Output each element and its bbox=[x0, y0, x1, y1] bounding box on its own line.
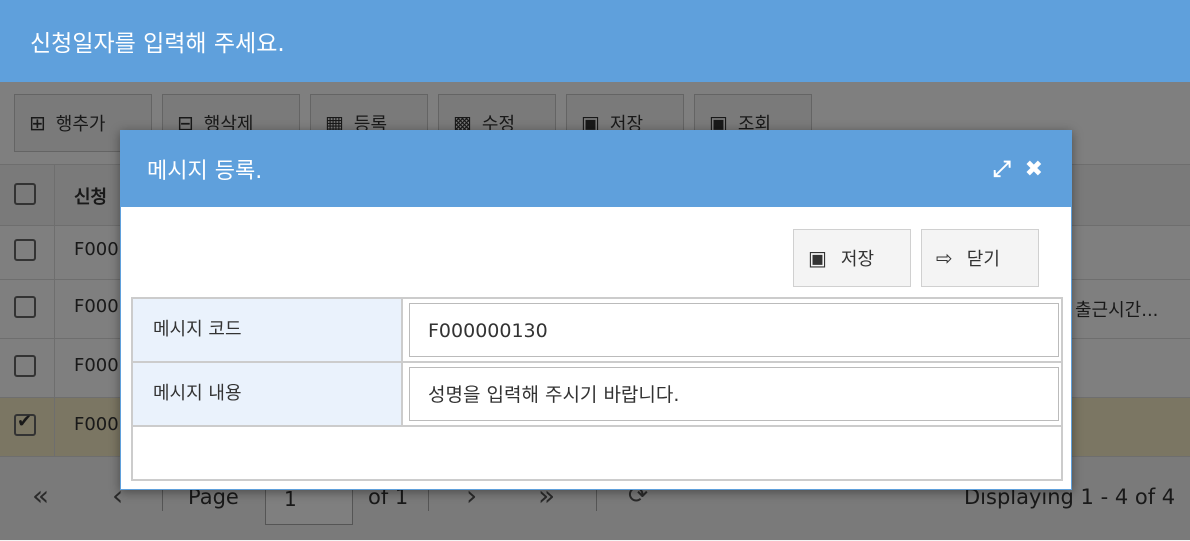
dialog-tools: ⤢ ✖ bbox=[993, 131, 1043, 207]
close-icon[interactable]: ✖ bbox=[1025, 157, 1043, 182]
dialog-title: 메시지 등록. bbox=[147, 159, 263, 184]
message-content-field[interactable]: 성명을 입력해 주시기 바랍니다. bbox=[409, 367, 1059, 421]
dialog-header: 메시지 등록. bbox=[121, 131, 1071, 207]
message-code-field[interactable]: F000000130 bbox=[409, 303, 1059, 357]
form-row-content: 메시지 내용 성명을 입력해 주시기 바랍니다. bbox=[133, 363, 1061, 427]
expand-icon[interactable]: ⤢ bbox=[993, 157, 1011, 182]
form-row-code: 메시지 코드 F000000130 bbox=[133, 299, 1061, 363]
dialog-save-button[interactable]: ▣ 저장 bbox=[793, 229, 911, 287]
window-title-bar: 신청일자를 입력해 주세요. bbox=[0, 0, 1190, 82]
message-register-dialog: 메시지 등록. ⤢ ✖ ▣ 저장 ⇨ 닫기 메시지 코드 F000000130 … bbox=[120, 130, 1072, 490]
message-form: 메시지 코드 F000000130 메시지 내용 성명을 입력해 주시기 바랍니… bbox=[131, 297, 1063, 481]
dialog-close-button[interactable]: ⇨ 닫기 bbox=[921, 229, 1039, 287]
sign-out-icon: ⇨ bbox=[936, 246, 953, 270]
floppy-icon: ▣ bbox=[808, 246, 827, 270]
message-code-label: 메시지 코드 bbox=[133, 299, 403, 361]
message-content-label: 메시지 내용 bbox=[133, 363, 403, 425]
page-title: 신청일자를 입력해 주세요. bbox=[30, 31, 285, 57]
